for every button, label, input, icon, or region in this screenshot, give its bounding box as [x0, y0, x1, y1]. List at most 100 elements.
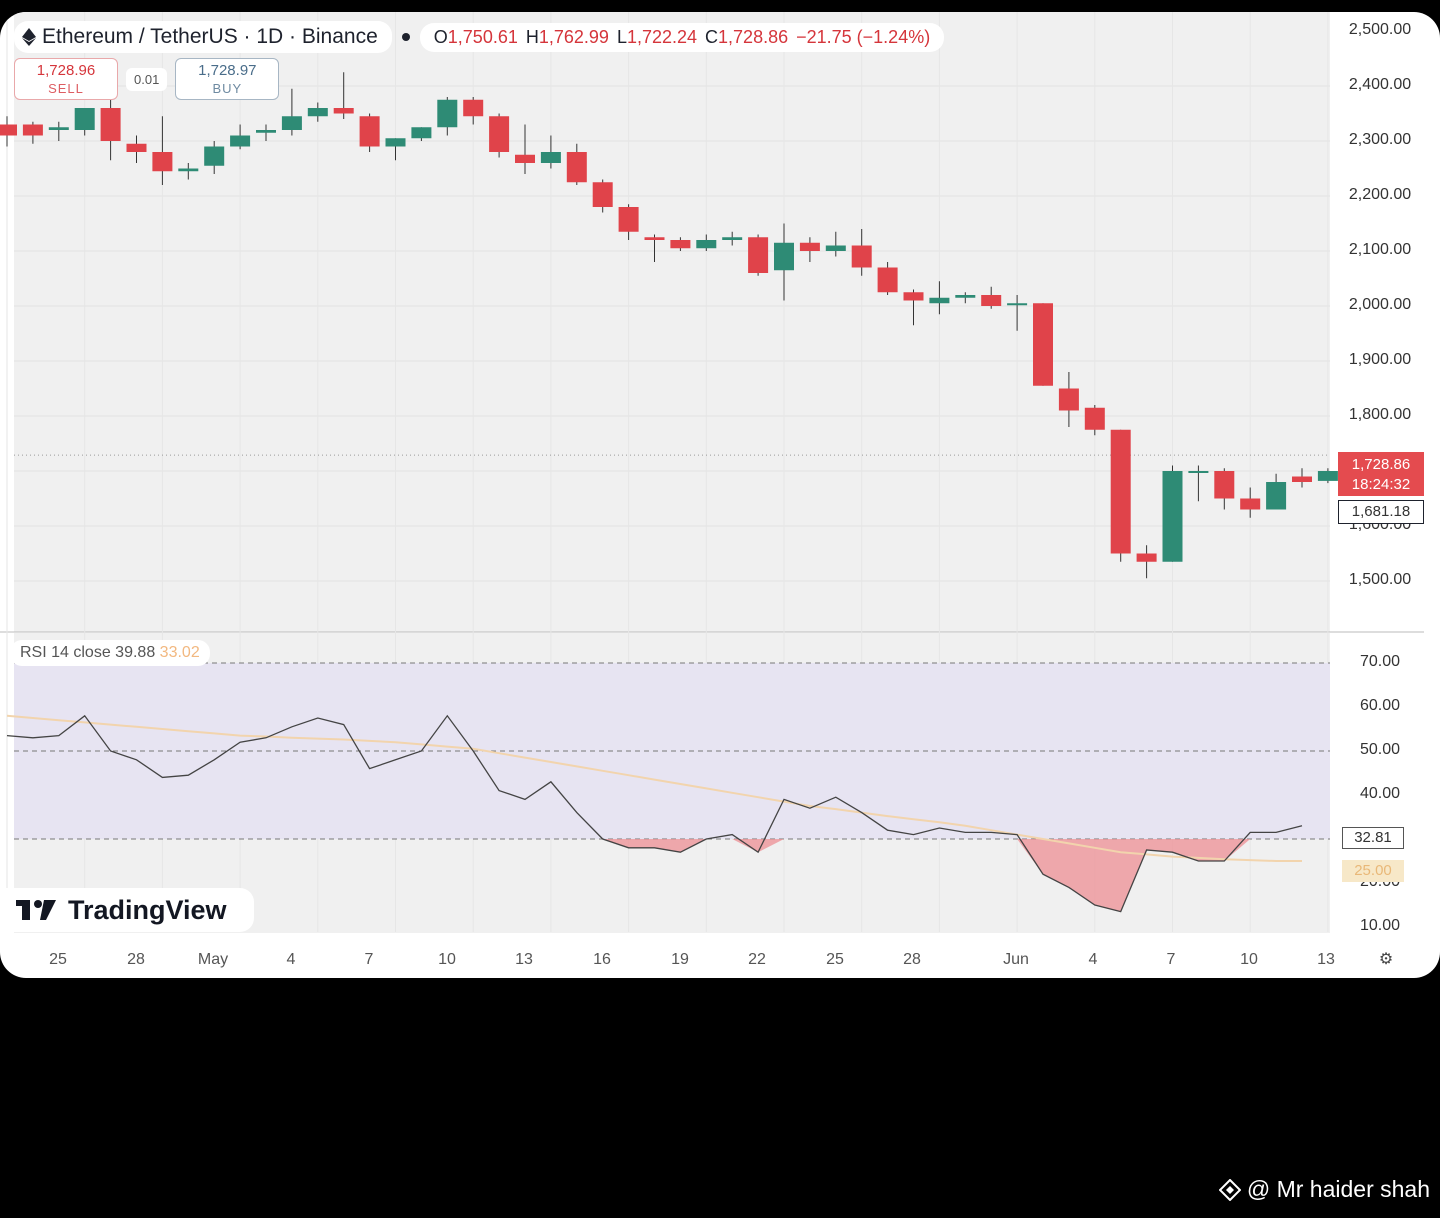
time-tick: 25 [812, 946, 858, 974]
time-tick: Jun [989, 946, 1043, 974]
watermark: @ Mr haider shah [1218, 1176, 1430, 1203]
tradingview-logo[interactable]: TradingView [0, 888, 254, 932]
time-tick: 7 [350, 946, 388, 974]
candle-body [152, 152, 173, 172]
rsi-tick: 40.00 [1340, 779, 1420, 809]
price-pane-background [14, 12, 1330, 632]
symbol-pill[interactable]: Ethereum / TetherUS · 1D · Binance [14, 21, 392, 53]
candle-body [489, 116, 510, 152]
candle-body [540, 152, 561, 163]
candle-body [1240, 498, 1261, 510]
rsi-tick: 70.00 [1340, 647, 1420, 677]
buy-label: BUY [212, 81, 243, 96]
tradingview-logo-text: TradingView [68, 894, 227, 925]
candle-body [1058, 388, 1079, 411]
watermark-text: @ Mr haider shah [1246, 1176, 1430, 1202]
candle-body [955, 295, 976, 298]
ohlc-values: O1,750.61 H1,762.99 L1,722.24 C1,728.86 … [419, 22, 945, 52]
candle-body [437, 99, 458, 128]
candle-body [1110, 429, 1131, 554]
candle-body [903, 292, 924, 301]
candle-body [1317, 471, 1338, 481]
rsi-legend-value: 39.88 [115, 644, 156, 661]
rsi-tick: 10.00 [1340, 911, 1420, 941]
candle-body [411, 127, 432, 139]
rsi-legend-ma-value: 33.02 [159, 644, 200, 661]
time-tick: 19 [657, 946, 703, 974]
candle-body [618, 207, 639, 232]
candle-body [851, 245, 872, 268]
close-value: 1,728.86 [718, 26, 789, 47]
tradingview-mark-icon [16, 900, 56, 920]
candle-body [281, 116, 302, 130]
sell-label: SELL [48, 81, 84, 96]
reference-price-label: 1,681.18 [1338, 500, 1424, 524]
candle-body [74, 108, 95, 130]
open-value: 1,750.61 [447, 26, 518, 47]
candle-body [385, 138, 406, 147]
candle-body [1292, 476, 1312, 482]
candle-body [0, 124, 17, 136]
rsi-legend[interactable]: RSI 14 close 39.88 33.02 [10, 640, 210, 666]
chart-canvas[interactable] [0, 12, 1440, 978]
time-tick: 13 [501, 946, 547, 974]
change-value: −21.75 (−1.24%) [796, 26, 931, 47]
candle-body [1214, 471, 1235, 499]
candle-body [644, 237, 665, 240]
time-tick: 16 [579, 946, 625, 974]
candle-body [748, 237, 769, 273]
time-tick: 13 [1303, 946, 1349, 974]
sell-price: 1,728.96 [36, 62, 96, 79]
buy-button[interactable]: 1,728.97 BUY [175, 58, 280, 100]
high-value: 1,762.99 [538, 26, 609, 47]
price-tick: 2,000.00 [1340, 290, 1420, 320]
time-tick: 10 [424, 946, 470, 974]
candle-body [178, 168, 199, 172]
candle-body [1266, 482, 1287, 510]
price-tick: 2,200.00 [1340, 180, 1420, 210]
rsi-tick: 60.00 [1340, 691, 1420, 721]
candle-body [126, 143, 147, 152]
candle-body [722, 237, 743, 240]
legend-row: Ethereum / TetherUS · 1D · Binance O1,75… [14, 20, 945, 54]
high-label: H [525, 26, 539, 47]
candle-body [774, 242, 794, 271]
symbol-title: Ethereum / TetherUS · 1D · Binance [42, 25, 378, 48]
binance-diamond-icon [1218, 1178, 1241, 1201]
market-status-dot-icon [401, 33, 410, 41]
time-tick: 25 [35, 946, 81, 974]
candle-body [256, 130, 276, 133]
candle-body [307, 108, 328, 117]
price-tick-top: 2,500.00 [1340, 18, 1420, 42]
time-tick: 22 [734, 946, 780, 974]
candle-body [1033, 303, 1053, 386]
candle-body [825, 245, 846, 251]
candle-body [877, 267, 898, 293]
sell-button[interactable]: 1,728.96 SELL [14, 58, 118, 100]
chart-settings-icon[interactable]: ⚙ [1374, 948, 1398, 972]
price-tick: 2,400.00 [1340, 70, 1420, 100]
candle-body [670, 240, 691, 249]
rsi-legend-name: RSI 14 close [20, 644, 111, 661]
time-tick: 28 [889, 946, 935, 974]
candle-body [929, 297, 950, 304]
price-tick: 2,300.00 [1340, 125, 1420, 155]
candle-body [799, 242, 820, 251]
low-value: 1,722.24 [626, 26, 698, 47]
candle-body [1084, 407, 1105, 430]
time-tick: 4 [272, 946, 310, 974]
time-tick: 7 [1152, 946, 1190, 974]
close-label: C [705, 26, 719, 47]
candle-body [22, 124, 43, 136]
rsi-current-label: 32.81 [1342, 827, 1404, 849]
rsi-ma-current-label: 25.00 [1342, 860, 1404, 882]
price-tick: 1,800.00 [1340, 400, 1420, 430]
candle-body [100, 108, 121, 141]
time-tick: 10 [1226, 946, 1272, 974]
candle-body [1162, 471, 1183, 562]
price-tick: 1,900.00 [1340, 345, 1420, 375]
candle-body [515, 154, 535, 163]
candle-body [230, 135, 251, 147]
price-tick: 1,500.00 [1340, 565, 1420, 595]
buy-price: 1,728.97 [198, 62, 257, 79]
